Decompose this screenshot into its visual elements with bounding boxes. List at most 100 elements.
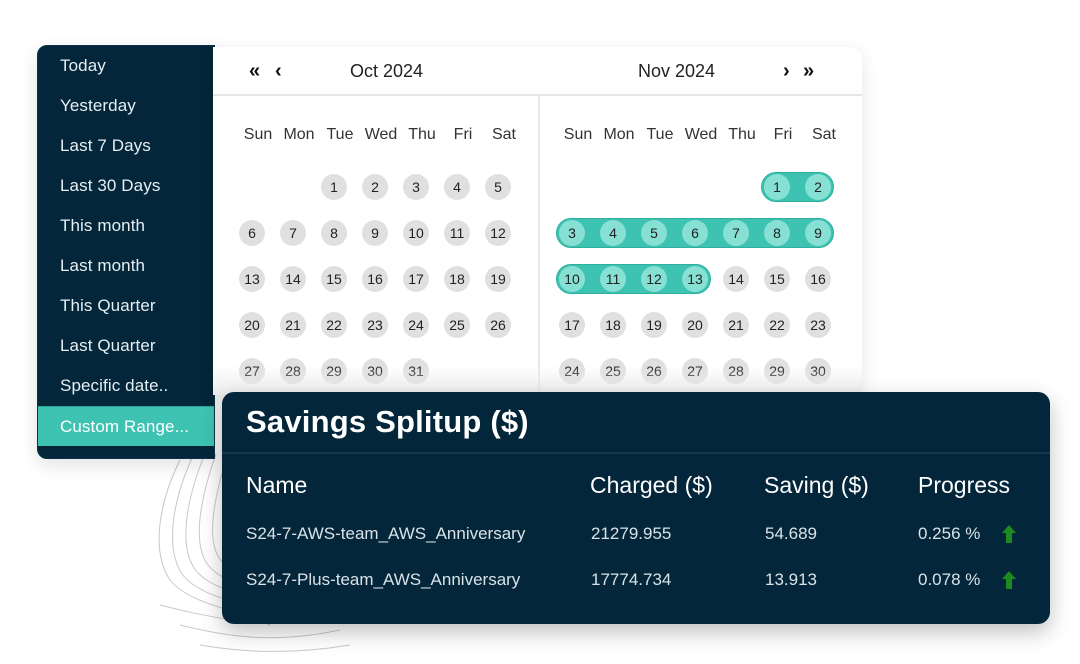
- day-cell[interactable]: 19: [641, 312, 667, 338]
- day-cell[interactable]: 4: [444, 174, 470, 200]
- day-cell[interactable]: 18: [444, 266, 470, 292]
- calendar-bottom-fade: [213, 365, 862, 395]
- chevron-right-icon[interactable]: ›: [783, 60, 790, 82]
- weekday-header-row: Sun Mon Tue Wed Thu Fri Sat: [238, 96, 538, 172]
- day-cell[interactable]: 23: [362, 312, 388, 338]
- day-cell[interactable]: 14: [280, 266, 306, 292]
- day-cell[interactable]: 13: [239, 266, 265, 292]
- day-cell[interactable]: 15: [764, 266, 790, 292]
- row-charged: 21279.955: [591, 524, 672, 543]
- day-cell-selected[interactable]: 8: [764, 220, 790, 246]
- day-cell[interactable]: 18: [600, 312, 626, 338]
- day-cell[interactable]: 5: [485, 174, 511, 200]
- day-cell-selected[interactable]: 4: [600, 220, 626, 246]
- date-range-calendar: « ‹ Oct 2024 Nov 2024 › » Sun Mon Tue Wed Th…: [213, 47, 862, 395]
- row-charged: 17774.734: [591, 570, 672, 589]
- day-cell-selected[interactable]: 10: [559, 266, 585, 292]
- row-name: S24-7-Plus-team_AWS_Anniversary: [246, 570, 521, 589]
- weekday-label: Sun: [563, 126, 593, 143]
- preset-today[interactable]: Today: [38, 46, 214, 86]
- day-cell[interactable]: 20: [239, 312, 265, 338]
- day-cell[interactable]: 10: [403, 220, 429, 246]
- day-cell-selected[interactable]: 11: [600, 266, 626, 292]
- day-cell[interactable]: 9: [362, 220, 388, 246]
- day-cell[interactable]: 22: [764, 312, 790, 338]
- day-cell[interactable]: 15: [321, 266, 347, 292]
- weekday-label: Mon: [603, 126, 635, 143]
- week-row: 10 11 12 13 14 15 16: [556, 264, 858, 310]
- day-cell[interactable]: 20: [682, 312, 708, 338]
- day-cell[interactable]: 24: [403, 312, 429, 338]
- day-cell[interactable]: 16: [362, 266, 388, 292]
- day-cell[interactable]: 26: [485, 312, 511, 338]
- preset-this-month[interactable]: This month: [38, 206, 214, 246]
- row-saving: 54.689: [765, 524, 817, 543]
- day-cell-selected[interactable]: 5: [641, 220, 667, 246]
- day-cell-selected[interactable]: 1: [764, 174, 790, 200]
- day-cell[interactable]: 22: [321, 312, 347, 338]
- weekday-label: Thu: [408, 126, 436, 143]
- weekday-label: Fri: [453, 126, 473, 143]
- double-chevron-right-icon[interactable]: »: [803, 60, 814, 82]
- weekday-label: Sat: [811, 126, 836, 143]
- weekday-label: Thu: [728, 126, 756, 143]
- day-cell[interactable]: 21: [280, 312, 306, 338]
- weekday-label: Tue: [326, 126, 354, 143]
- day-cell[interactable]: 17: [403, 266, 429, 292]
- day-cell[interactable]: 17: [559, 312, 585, 338]
- day-cell[interactable]: 23: [805, 312, 831, 338]
- month-grid-right: Sun Mon Tue Wed Thu Fri Sat 1 2 3 4 5 6 7 8 9 10 11 12 13 14…: [556, 96, 858, 395]
- preset-yesterday[interactable]: Yesterday: [38, 86, 214, 126]
- day-cell-selected[interactable]: 13: [682, 266, 708, 292]
- day-cell[interactable]: 8: [321, 220, 347, 246]
- day-cell[interactable]: 12: [485, 220, 511, 246]
- day-cell-selected[interactable]: 7: [723, 220, 749, 246]
- day-cell[interactable]: 6: [239, 220, 265, 246]
- double-chevron-left-icon[interactable]: «: [249, 60, 260, 82]
- day-cell[interactable]: 14: [723, 266, 749, 292]
- day-cell[interactable]: 1: [321, 174, 347, 200]
- day-cell[interactable]: 21: [723, 312, 749, 338]
- week-row: 13 14 15 16 17 18 19: [238, 264, 538, 310]
- weekday-label: Mon: [283, 126, 315, 143]
- preset-last-7-days[interactable]: Last 7 Days: [38, 126, 214, 166]
- day-cell-selected[interactable]: 6: [682, 220, 708, 246]
- date-preset-sidebar: Today Yesterday Last 7 Days Last 30 Days Thi…: [37, 45, 215, 459]
- column-header-progress: Progress: [918, 472, 1011, 498]
- weekday-label: Fri: [773, 126, 793, 143]
- preset-specific-date[interactable]: Specific date..: [38, 366, 214, 406]
- row-saving: 13.913: [765, 570, 817, 589]
- row-name: S24-7-AWS-team_AWS_Anniversary: [246, 524, 526, 543]
- weekday-label: Sat: [491, 126, 516, 143]
- weekday-label: Wed: [684, 126, 718, 143]
- day-cell-selected[interactable]: 3: [559, 220, 585, 246]
- preset-custom-range[interactable]: Custom Range...: [38, 406, 214, 446]
- column-header-charged: Charged ($): [590, 472, 713, 498]
- day-cell[interactable]: 7: [280, 220, 306, 246]
- day-cell-selected[interactable]: 9: [805, 220, 831, 246]
- calendar-header: « ‹ Oct 2024 Nov 2024 › »: [213, 47, 862, 96]
- week-row: 3456789: [556, 218, 858, 264]
- weekday-header-row: Sun Mon Tue Wed Thu Fri Sat: [558, 96, 858, 172]
- chevron-left-icon[interactable]: ‹: [275, 60, 282, 82]
- preset-last-month[interactable]: Last month: [38, 246, 214, 286]
- day-cell[interactable]: 19: [485, 266, 511, 292]
- week-row: 20 21 22 23 24 25 26: [238, 310, 538, 356]
- week-row: 12: [558, 172, 858, 218]
- preset-last-30-days[interactable]: Last 30 Days: [38, 166, 214, 206]
- day-cell[interactable]: 16: [805, 266, 831, 292]
- column-header-saving: Saving ($): [764, 472, 869, 498]
- panel-title: Savings Splitup ($): [222, 392, 1050, 454]
- day-cell[interactable]: 11: [444, 220, 470, 246]
- day-cell[interactable]: 25: [444, 312, 470, 338]
- day-cell[interactable]: 3: [403, 174, 429, 200]
- day-cell-selected[interactable]: 2: [805, 174, 831, 200]
- weekday-label: Wed: [364, 126, 398, 143]
- day-cell[interactable]: 2: [362, 174, 388, 200]
- preset-last-quarter[interactable]: Last Quarter: [38, 326, 214, 366]
- preset-this-quarter[interactable]: This Quarter: [38, 286, 214, 326]
- day-cell-selected[interactable]: 12: [641, 266, 667, 292]
- month-title-right: Nov 2024: [638, 61, 716, 81]
- trend-up-arrow-icon: [1002, 525, 1016, 543]
- week-row: 6 7 8 9 10 11 12: [238, 218, 538, 264]
